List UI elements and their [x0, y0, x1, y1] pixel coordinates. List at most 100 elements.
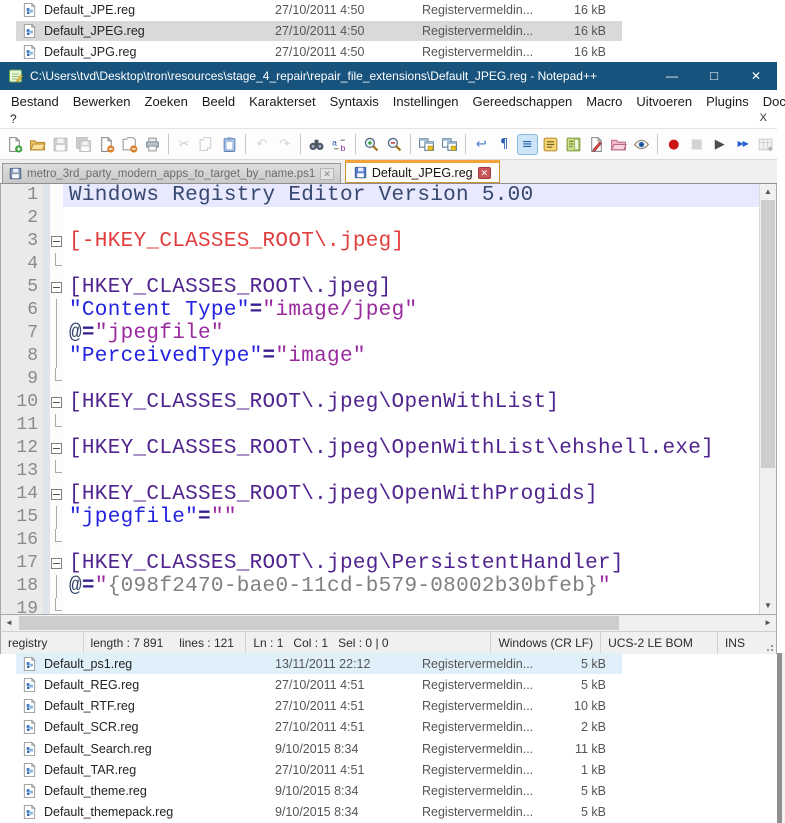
- menu-help[interactable]: ?: [10, 112, 17, 126]
- file-row[interactable]: Default_REG.reg 27/10/2011 4:51 Registerve…: [0, 674, 785, 695]
- zoom-out-icon[interactable]: [384, 134, 405, 155]
- editor-line-7[interactable]: 7 @="jpegfile": [1, 322, 759, 345]
- explorer-scrollbar[interactable]: [777, 653, 785, 823]
- line-text[interactable]: @="{098f2470-bae0-11cd-b579-08002b30bfeb…: [63, 575, 759, 598]
- save-macro-icon[interactable]: [755, 134, 776, 155]
- file-row[interactable]: Default_Search.reg 9/10/2015 8:34 Register…: [0, 738, 785, 759]
- maximize-button[interactable]: □: [693, 62, 735, 90]
- editor[interactable]: 1 Windows Registry Editor Version 5.00 2 3 […: [0, 184, 777, 614]
- function-list-icon[interactable]: [540, 134, 561, 155]
- line-text[interactable]: [HKEY_CLASSES_ROOT\.jpeg]: [63, 276, 759, 299]
- bookmark-cell[interactable]: [43, 184, 50, 207]
- line-text[interactable]: [HKEY_CLASSES_ROOT\.jpeg\OpenWithList\eh…: [63, 437, 759, 460]
- undo-icon[interactable]: ↶: [251, 134, 272, 155]
- document-switcher-icon[interactable]: [586, 134, 607, 155]
- bookmark-cell[interactable]: [43, 230, 50, 253]
- file-row[interactable]: Default_SCR.reg 27/10/2011 4:51 Registerve…: [0, 717, 785, 738]
- print-icon[interactable]: [142, 134, 163, 155]
- bookmark-cell[interactable]: [43, 391, 50, 414]
- title-bar[interactable]: C:\Users\tvd\Desktop\tron\resources\stag…: [0, 62, 777, 90]
- line-text[interactable]: [63, 529, 759, 552]
- vertical-scroll-thumb[interactable]: [761, 200, 775, 468]
- editor-line-3[interactable]: 3 [-HKEY_CLASSES_ROOT\.jpeg]: [1, 230, 759, 253]
- menu-syntaxis[interactable]: Syntaxis: [323, 92, 386, 111]
- show-indent-guide-icon[interactable]: ≡: [516, 133, 538, 155]
- bookmark-cell[interactable]: [43, 276, 50, 299]
- bookmark-cell[interactable]: [43, 552, 50, 575]
- word-wrap-icon[interactable]: ↩: [471, 134, 492, 155]
- bookmark-cell[interactable]: [43, 299, 50, 322]
- fold-collapse-icon[interactable]: [50, 230, 63, 253]
- tab-close-icon[interactable]: ✕: [320, 167, 334, 180]
- file-row[interactable]: Default_JPEG.reg 27/10/2011 4:50 Registerv…: [0, 20, 785, 42]
- monitoring-icon[interactable]: [631, 134, 652, 155]
- status-eol-format[interactable]: Windows (CR LF): [491, 632, 602, 654]
- editor-line-1[interactable]: 1 Windows Registry Editor Version 5.00: [1, 184, 759, 207]
- editor-line-16[interactable]: 16: [1, 529, 759, 552]
- bookmark-cell[interactable]: [43, 207, 50, 230]
- close-icon[interactable]: [96, 134, 117, 155]
- close-all-icon[interactable]: [119, 134, 140, 155]
- editor-line-19[interactable]: 19: [1, 598, 759, 614]
- menu-bewerken[interactable]: Bewerken: [66, 92, 138, 111]
- bookmark-cell[interactable]: [43, 414, 50, 437]
- close-button[interactable]: ✕: [735, 62, 777, 90]
- menu-karakterset[interactable]: Karakterset: [242, 92, 322, 111]
- line-text[interactable]: [-HKEY_CLASSES_ROOT\.jpeg]: [63, 230, 759, 253]
- editor-line-6[interactable]: 6 "Content Type"="image/jpeg": [1, 299, 759, 322]
- menu-uitvoeren[interactable]: Uitvoeren: [629, 92, 699, 111]
- scroll-left-icon[interactable]: ◄: [1, 615, 17, 631]
- fold-collapse-icon[interactable]: [50, 276, 63, 299]
- replace-icon[interactable]: ab: [329, 134, 350, 155]
- horizontal-scroll-thumb[interactable]: [19, 616, 619, 630]
- bookmark-cell[interactable]: [43, 460, 50, 483]
- scroll-down-icon[interactable]: ▼: [760, 598, 776, 614]
- editor-line-15[interactable]: 15 "jpegfile"="": [1, 506, 759, 529]
- line-text[interactable]: [HKEY_CLASSES_ROOT\.jpeg\PersistentHandl…: [63, 552, 759, 575]
- bookmark-cell[interactable]: [43, 322, 50, 345]
- tab-close-icon[interactable]: ✕: [477, 166, 492, 179]
- bookmark-cell[interactable]: [43, 506, 50, 529]
- fold-collapse-icon[interactable]: [50, 483, 63, 506]
- paste-icon[interactable]: [219, 134, 240, 155]
- line-text[interactable]: "Content Type"="image/jpeg": [63, 299, 759, 322]
- file-row[interactable]: Default_JPE.reg 27/10/2011 4:50 Registerve…: [0, 0, 785, 21]
- fold-collapse-icon[interactable]: [50, 437, 63, 460]
- menu-beeld[interactable]: Beeld: [195, 92, 242, 111]
- copy-icon[interactable]: [197, 134, 218, 155]
- zoom-in-icon[interactable]: [361, 134, 382, 155]
- document-map-icon[interactable]: [563, 134, 584, 155]
- new-file-icon[interactable]: [4, 134, 25, 155]
- bookmark-cell[interactable]: [43, 253, 50, 276]
- bookmark-cell[interactable]: [43, 529, 50, 552]
- menu-documenten[interactable]: Documenten: [756, 92, 785, 111]
- editor-line-11[interactable]: 11: [1, 414, 759, 437]
- editor-line-5[interactable]: 5 [HKEY_CLASSES_ROOT\.jpeg]: [1, 276, 759, 299]
- line-text[interactable]: [63, 414, 759, 437]
- redo-icon[interactable]: ↷: [274, 134, 295, 155]
- fold-collapse-icon[interactable]: [50, 391, 63, 414]
- find-icon[interactable]: [306, 134, 327, 155]
- editor-line-17[interactable]: 17 [HKEY_CLASSES_ROOT\.jpeg\PersistentHan…: [1, 552, 759, 575]
- fold-collapse-icon[interactable]: [50, 552, 63, 575]
- explorer-scroll-thumb[interactable]: [777, 653, 782, 823]
- vertical-scrollbar[interactable]: ▲ ▼: [759, 184, 776, 614]
- bookmark-cell[interactable]: [43, 598, 50, 614]
- run-macro-multiple-icon[interactable]: ▶▶: [732, 134, 753, 155]
- scroll-up-icon[interactable]: ▲: [760, 184, 776, 200]
- editor-line-9[interactable]: 9: [1, 368, 759, 391]
- line-text[interactable]: Windows Registry Editor Version 5.00: [63, 184, 759, 207]
- bookmark-cell[interactable]: [43, 437, 50, 460]
- line-text[interactable]: [63, 368, 759, 391]
- file-row[interactable]: Default_ps1.reg 13/11/2011 22:12 Registerv…: [0, 653, 785, 675]
- editor-line-12[interactable]: 12 [HKEY_CLASSES_ROOT\.jpeg\OpenWithList\…: [1, 437, 759, 460]
- stop-macro-icon[interactable]: ■: [686, 134, 707, 155]
- bookmark-cell[interactable]: [43, 345, 50, 368]
- record-macro-icon[interactable]: ●: [663, 134, 684, 155]
- menu-plugins[interactable]: Plugins: [699, 92, 756, 111]
- line-text[interactable]: @="jpegfile": [63, 322, 759, 345]
- menu-instellingen[interactable]: Instellingen: [386, 92, 466, 111]
- open-file-icon[interactable]: [27, 134, 48, 155]
- editor-line-2[interactable]: 2: [1, 207, 759, 230]
- cut-icon[interactable]: ✂: [174, 134, 195, 155]
